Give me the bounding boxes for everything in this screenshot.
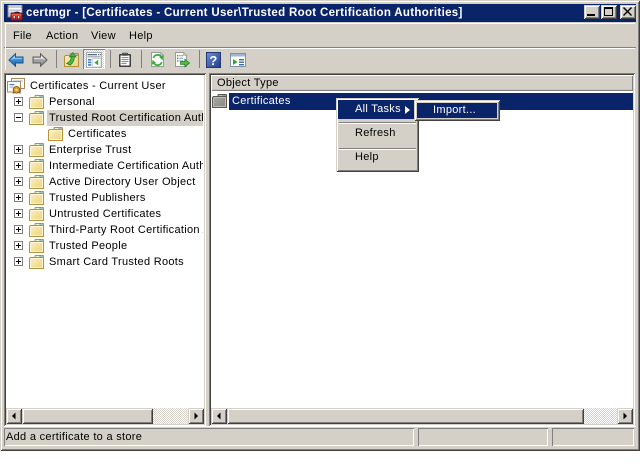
svg-text:?: ? [209, 53, 217, 68]
